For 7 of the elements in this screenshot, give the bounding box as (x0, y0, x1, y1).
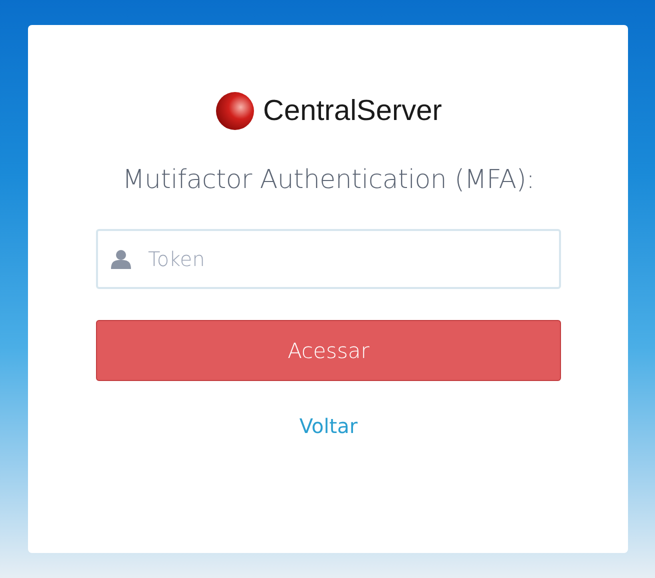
token-field[interactable]: Token (96, 229, 561, 289)
submit-button[interactable]: Acessar (96, 320, 561, 381)
user-icon (111, 249, 131, 269)
sphere-logo-icon (215, 91, 256, 131)
logo-text: CentralServer (263, 94, 442, 128)
page-title: Mutifactor Authentication (MFA): (122, 165, 535, 195)
back-link[interactable]: Voltar (299, 414, 358, 438)
